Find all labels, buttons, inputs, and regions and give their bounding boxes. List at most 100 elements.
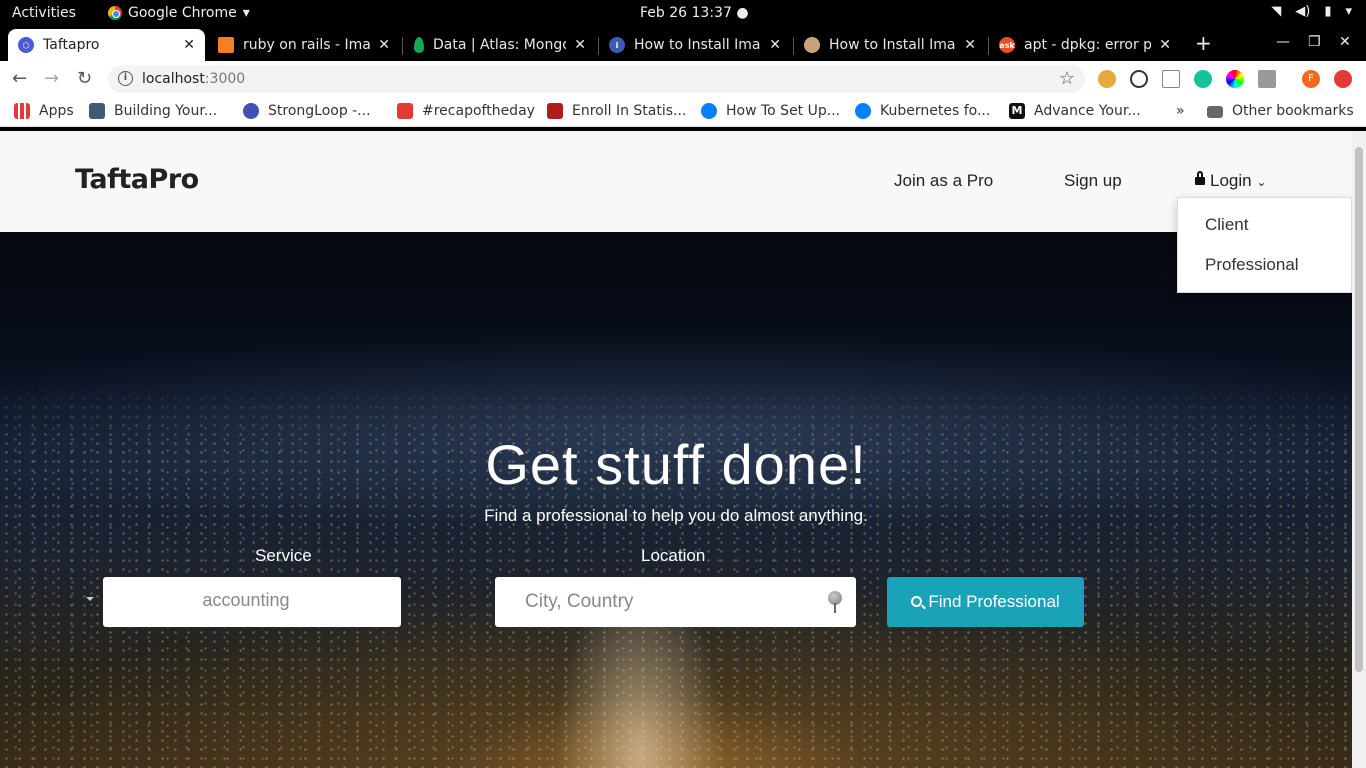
bookmark-how-to-set-up[interactable]: How To Set Up... — [701, 103, 840, 119]
extension-owl-icon[interactable] — [1098, 70, 1116, 88]
join-as-pro-link[interactable]: Join as a Pro — [894, 171, 993, 191]
bookmark-building-your[interactable]: Building Your... — [89, 103, 217, 119]
app-menu[interactable]: Google Chrome ▾ — [108, 5, 250, 21]
tab-apt-dpkg-error[interactable]: ask apt - dpkg: error pro ✕ — [989, 29, 1181, 61]
window-close-icon[interactable]: ✕ — [1339, 34, 1351, 50]
mongodb-leaf-icon — [414, 37, 424, 53]
hero-section: Get stuff done! Find a professional to h… — [0, 232, 1352, 768]
activities-button[interactable]: Activities — [12, 5, 76, 21]
login-label: Login — [1210, 171, 1252, 190]
site-logo[interactable]: TaftaPro — [75, 164, 199, 195]
service-select[interactable]: accounting — [103, 577, 401, 627]
login-client-item[interactable]: Client — [1205, 215, 1248, 235]
close-icon[interactable]: ✕ — [1159, 37, 1171, 53]
tab-title: Data | Atlas: MongoDB — [433, 37, 566, 53]
chevron-down-icon: ⌄ — [1256, 175, 1267, 189]
volume-icon: ◀) — [1295, 4, 1311, 19]
scrollbar-thumb[interactable] — [1355, 147, 1363, 672]
page-scrollbar[interactable] — [1352, 131, 1366, 768]
color-picker-icon[interactable] — [1226, 70, 1244, 88]
caret-down-icon: ▾ — [1345, 4, 1352, 19]
close-icon[interactable]: ✕ — [964, 37, 976, 53]
tab-title: ruby on rails - Image — [243, 37, 371, 53]
service-label: Service — [255, 546, 312, 565]
sign-up-link[interactable]: Sign up — [1064, 171, 1122, 191]
tab-atlas-mongodb[interactable]: Data | Atlas: MongoDB ✕ — [404, 29, 596, 61]
bookmark-strongloop[interactable]: StrongLoop -... — [243, 103, 371, 119]
login-dropdown-toggle[interactable]: Login ⌄ — [1195, 171, 1266, 191]
new-tab-plus-icon[interactable]: + — [1195, 31, 1212, 55]
bookmark-label: Apps — [39, 103, 74, 119]
site-favicon-icon: i — [609, 37, 625, 53]
extension-image-icon[interactable] — [1258, 70, 1276, 88]
find-professional-button[interactable]: Find Professional — [887, 577, 1084, 627]
url-host: localhost — [142, 71, 205, 87]
bookmark-label: Kubernetes fo... — [880, 103, 991, 119]
edx-icon — [547, 103, 563, 119]
chrome-icon — [108, 6, 122, 20]
address-bar[interactable]: i localhost:3000 ☆ — [108, 65, 1085, 93]
wifi-icon: ◥ — [1271, 4, 1282, 19]
site-info-icon[interactable]: i — [118, 71, 133, 86]
bookmark-apps[interactable]: Apps — [14, 103, 74, 119]
maximize-icon[interactable]: ❐ — [1308, 34, 1321, 50]
tab-taftapro[interactable]: ⬡ Taftapro ✕ — [8, 29, 205, 61]
location-field[interactable] — [495, 577, 856, 627]
tab-install-image-1[interactable]: i How to Install Imag ✕ — [599, 29, 791, 61]
close-icon[interactable]: ✕ — [574, 37, 586, 53]
digitalocean-icon — [855, 103, 871, 119]
caret-down-icon: ▾ — [242, 5, 250, 21]
bookmark-label: Enroll In Statis... — [572, 103, 687, 119]
react-devtools-icon[interactable] — [1130, 70, 1148, 88]
bookmarks-bar: Apps Building Your... StrongLoop -... #r… — [0, 97, 1366, 127]
extension-grid-icon[interactable] — [1162, 70, 1180, 88]
bookmark-enroll-statistics[interactable]: Enroll In Statis... — [547, 103, 686, 119]
login-professional-item[interactable]: Professional — [1205, 255, 1299, 275]
close-icon[interactable]: ✕ — [769, 37, 781, 53]
tab-title: How to Install Imag — [829, 37, 957, 53]
battery-icon: ▮ — [1324, 4, 1332, 19]
calendar-icon — [397, 103, 413, 119]
tab-separator — [402, 37, 403, 55]
medium-icon: M — [1009, 103, 1025, 119]
close-icon[interactable]: ✕ — [183, 37, 195, 53]
bookmark-recapoftheday[interactable]: #recapoftheday — [397, 103, 535, 119]
bookmark-star-icon[interactable]: ☆ — [1059, 68, 1075, 89]
forward-arrow-icon[interactable]: → — [44, 68, 59, 89]
back-arrow-icon[interactable]: ← — [12, 68, 27, 89]
update-badge-icon[interactable] — [1334, 70, 1352, 88]
taftapro-favicon-icon: ⬡ — [18, 37, 34, 53]
system-tray[interactable]: ◥ ◀) ▮ ▾ — [1271, 4, 1352, 19]
url-port: :3000 — [204, 71, 246, 87]
app-menu-label: Google Chrome — [128, 5, 237, 21]
close-icon[interactable]: ✕ — [378, 37, 390, 53]
bookmark-label: #recapoftheday — [422, 103, 535, 119]
profile-avatar-icon[interactable]: F — [1302, 70, 1320, 88]
bookmark-label: How To Set Up... — [726, 103, 841, 119]
lock-icon — [1195, 171, 1205, 185]
grammarly-icon[interactable] — [1194, 70, 1212, 88]
bookmark-advance-your[interactable]: M Advance Your... — [1009, 103, 1141, 119]
bookmarks-overflow-button[interactable]: » — [1176, 103, 1185, 119]
building-icon — [89, 103, 105, 119]
digitalocean-icon — [701, 103, 717, 119]
bookmark-other[interactable]: Other bookmarks — [1207, 103, 1354, 119]
bookmark-kubernetes[interactable]: Kubernetes fo... — [855, 103, 990, 119]
stackoverflow-icon — [218, 37, 234, 53]
bookmark-label: Other bookmarks — [1232, 103, 1354, 119]
tab-title: How to Install Imag — [634, 37, 762, 53]
clock[interactable]: Feb 26 13:37 ● — [640, 5, 749, 21]
askubuntu-icon: ask — [999, 37, 1015, 53]
chevron-double-right-icon: » — [1176, 103, 1185, 119]
hero-title: Get stuff done! — [485, 433, 867, 496]
minimize-icon[interactable]: — — [1276, 34, 1290, 50]
service-value: accounting — [202, 590, 290, 610]
find-professional-label: Find Professional — [928, 592, 1060, 611]
tab-ruby-on-rails[interactable]: ruby on rails - Image ✕ — [208, 29, 400, 61]
tab-install-image-2[interactable]: How to Install Imag ✕ — [794, 29, 986, 61]
reload-icon[interactable]: ↻ — [77, 68, 92, 89]
city-lights-background — [0, 232, 1352, 768]
login-dropdown-menu: Client Professional — [1177, 197, 1352, 293]
system-top-bar: Activities Google Chrome ▾ Feb 26 13:37 … — [0, 0, 1366, 27]
location-input[interactable] — [495, 577, 815, 627]
